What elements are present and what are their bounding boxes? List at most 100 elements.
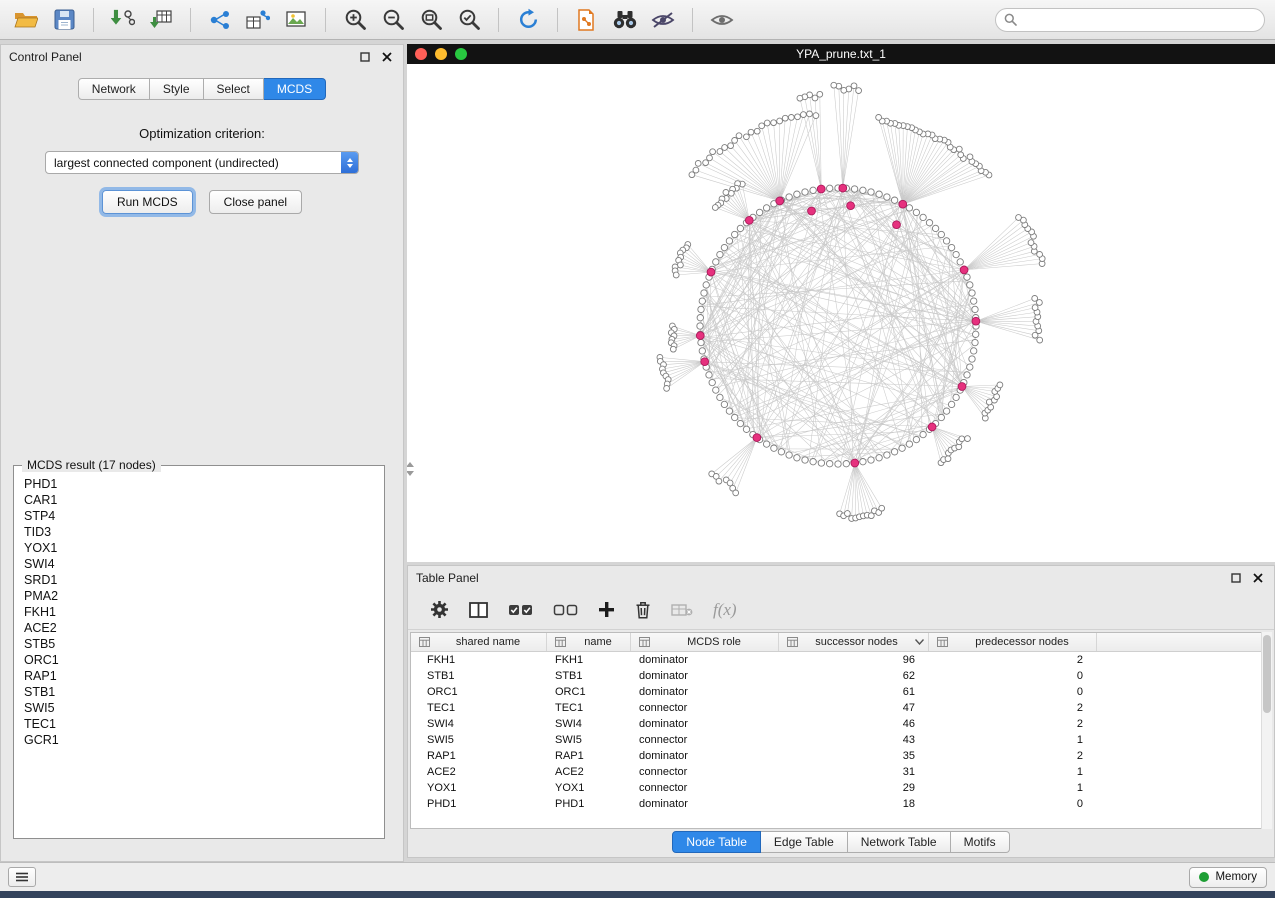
table-row[interactable]: YOX1YOX1connector291 (411, 780, 1271, 796)
memory-label: Memory (1215, 871, 1257, 883)
function-icon[interactable]: f(x) (713, 600, 737, 620)
close-panel-icon[interactable] (379, 49, 395, 65)
dropdown-stepper-icon[interactable] (341, 152, 358, 173)
toolbar-separator (190, 8, 191, 32)
export-image-icon[interactable] (280, 5, 312, 35)
column-icon (555, 637, 566, 647)
tab-network[interactable]: Network (78, 78, 150, 100)
panel-menu-button[interactable] (8, 867, 36, 887)
scrollbar-thumb[interactable] (1263, 635, 1271, 713)
zoom-fit-icon[interactable] (415, 5, 447, 35)
result-item[interactable]: ACE2 (24, 620, 374, 636)
tab-style[interactable]: Style (150, 78, 204, 100)
table-row[interactable]: SWI4SWI4dominator462 (411, 716, 1271, 732)
zoom-out-icon[interactable] (377, 5, 409, 35)
open-session-icon[interactable] (10, 5, 42, 35)
result-item[interactable]: YOX1 (24, 540, 374, 556)
table-cell: connector (631, 702, 779, 714)
table-row[interactable]: FKH1FKH1dominator962 (411, 652, 1271, 668)
table-row[interactable]: RAP1RAP1dominator352 (411, 748, 1271, 764)
refresh-icon[interactable] (512, 5, 544, 35)
save-session-icon[interactable] (48, 5, 80, 35)
result-item[interactable]: RAP1 (24, 668, 374, 684)
table-cell: 2 (929, 654, 1097, 666)
result-item[interactable]: CAR1 (24, 492, 374, 508)
zoom-selected-icon[interactable] (453, 5, 485, 35)
bottom-tab-edge-table[interactable]: Edge Table (761, 831, 848, 853)
result-item[interactable]: TID3 (24, 524, 374, 540)
result-item[interactable]: SWI5 (24, 700, 374, 716)
table-row[interactable]: PHD1PHD1dominator180 (411, 796, 1271, 812)
result-item[interactable]: STP4 (24, 508, 374, 524)
network-titlebar: YPA_prune.txt_1 (407, 44, 1275, 64)
bottom-tab-motifs[interactable]: Motifs (951, 831, 1010, 853)
bottom-tab-node-table[interactable]: Node Table (672, 831, 761, 853)
toolbar-separator (325, 8, 326, 32)
import-network-icon[interactable] (107, 5, 139, 35)
column-header-name[interactable]: name (547, 633, 631, 651)
table-row[interactable]: SWI5SWI5connector431 (411, 732, 1271, 748)
table-bottom-tabs: Node TableEdge TableNetwork TableMotifs (408, 831, 1274, 853)
search-input[interactable] (1023, 13, 1256, 27)
deselect-all-icon[interactable] (553, 603, 578, 617)
column-header-MCDS-role[interactable]: MCDS role (631, 633, 779, 651)
hide-selected-icon[interactable] (647, 5, 679, 35)
column-header-predecessor-nodes[interactable]: predecessor nodes (929, 633, 1097, 651)
optimization-criterion-label: Optimization criterion: (1, 126, 403, 141)
float-panel-icon[interactable] (357, 49, 373, 65)
show-all-icon[interactable] (706, 5, 738, 35)
float-panel-icon[interactable] (1228, 570, 1244, 586)
mcds-result-groupbox: MCDS result (17 nodes) PHD1CAR1STP4TID3Y… (13, 465, 385, 839)
bottom-tab-network-table[interactable]: Network Table (848, 831, 951, 853)
close-window-icon[interactable] (415, 48, 427, 60)
tab-mcds[interactable]: MCDS (264, 78, 326, 100)
maximize-window-icon[interactable] (455, 48, 467, 60)
add-row-icon[interactable] (598, 601, 615, 618)
network-table-icon[interactable] (242, 5, 274, 35)
result-item[interactable]: ORC1 (24, 652, 374, 668)
result-item[interactable]: SWI4 (24, 556, 374, 572)
table-cell: TEC1 (547, 702, 631, 714)
table-cell: SWI5 (547, 734, 631, 746)
zoom-in-icon[interactable] (339, 5, 371, 35)
select-all-icon[interactable] (508, 603, 533, 617)
clear-icon[interactable] (671, 603, 693, 617)
network-graph[interactable] (407, 64, 1273, 562)
result-item[interactable]: PMA2 (24, 588, 374, 604)
tab-select[interactable]: Select (204, 78, 264, 100)
table-row[interactable]: ORC1ORC1dominator610 (411, 684, 1271, 700)
table-row[interactable]: TEC1TEC1connector472 (411, 700, 1271, 716)
network-canvas[interactable] (407, 64, 1275, 562)
result-item[interactable]: PHD1 (24, 476, 374, 492)
run-mcds-button[interactable]: Run MCDS (102, 190, 193, 214)
memory-button[interactable]: Memory (1189, 867, 1267, 888)
export-network-icon[interactable] (571, 5, 603, 35)
result-item[interactable]: TEC1 (24, 716, 374, 732)
binoculars-icon[interactable] (609, 5, 641, 35)
result-item[interactable]: GCR1 (24, 732, 374, 748)
result-item[interactable]: STB1 (24, 684, 374, 700)
result-item[interactable]: SRD1 (24, 572, 374, 588)
table-cell: ACE2 (411, 766, 547, 778)
result-item[interactable]: FKH1 (24, 604, 374, 620)
delete-row-icon[interactable] (635, 601, 651, 619)
column-header-shared-name[interactable]: shared name (411, 633, 547, 651)
new-network-icon[interactable] (204, 5, 236, 35)
columns-icon[interactable] (469, 602, 488, 618)
table-cell: YOX1 (411, 782, 547, 794)
column-header-successor-nodes[interactable]: successor nodes (779, 633, 929, 651)
main-toolbar (0, 0, 1275, 40)
close-panel-icon[interactable] (1250, 570, 1266, 586)
table-cell: dominator (631, 670, 779, 682)
table-row[interactable]: STB1STB1dominator620 (411, 668, 1271, 684)
table-scrollbar[interactable] (1261, 632, 1272, 829)
import-table-icon[interactable] (145, 5, 177, 35)
criterion-dropdown[interactable]: largest connected component (undirected) (45, 151, 359, 174)
table-cell: ACE2 (547, 766, 631, 778)
minimize-window-icon[interactable] (435, 48, 447, 60)
close-panel-button[interactable]: Close panel (209, 190, 302, 214)
gear-icon[interactable] (430, 600, 449, 619)
result-item[interactable]: STB5 (24, 636, 374, 652)
table-row[interactable]: ACE2ACE2connector311 (411, 764, 1271, 780)
splitter-collapse-handle[interactable] (407, 452, 412, 486)
